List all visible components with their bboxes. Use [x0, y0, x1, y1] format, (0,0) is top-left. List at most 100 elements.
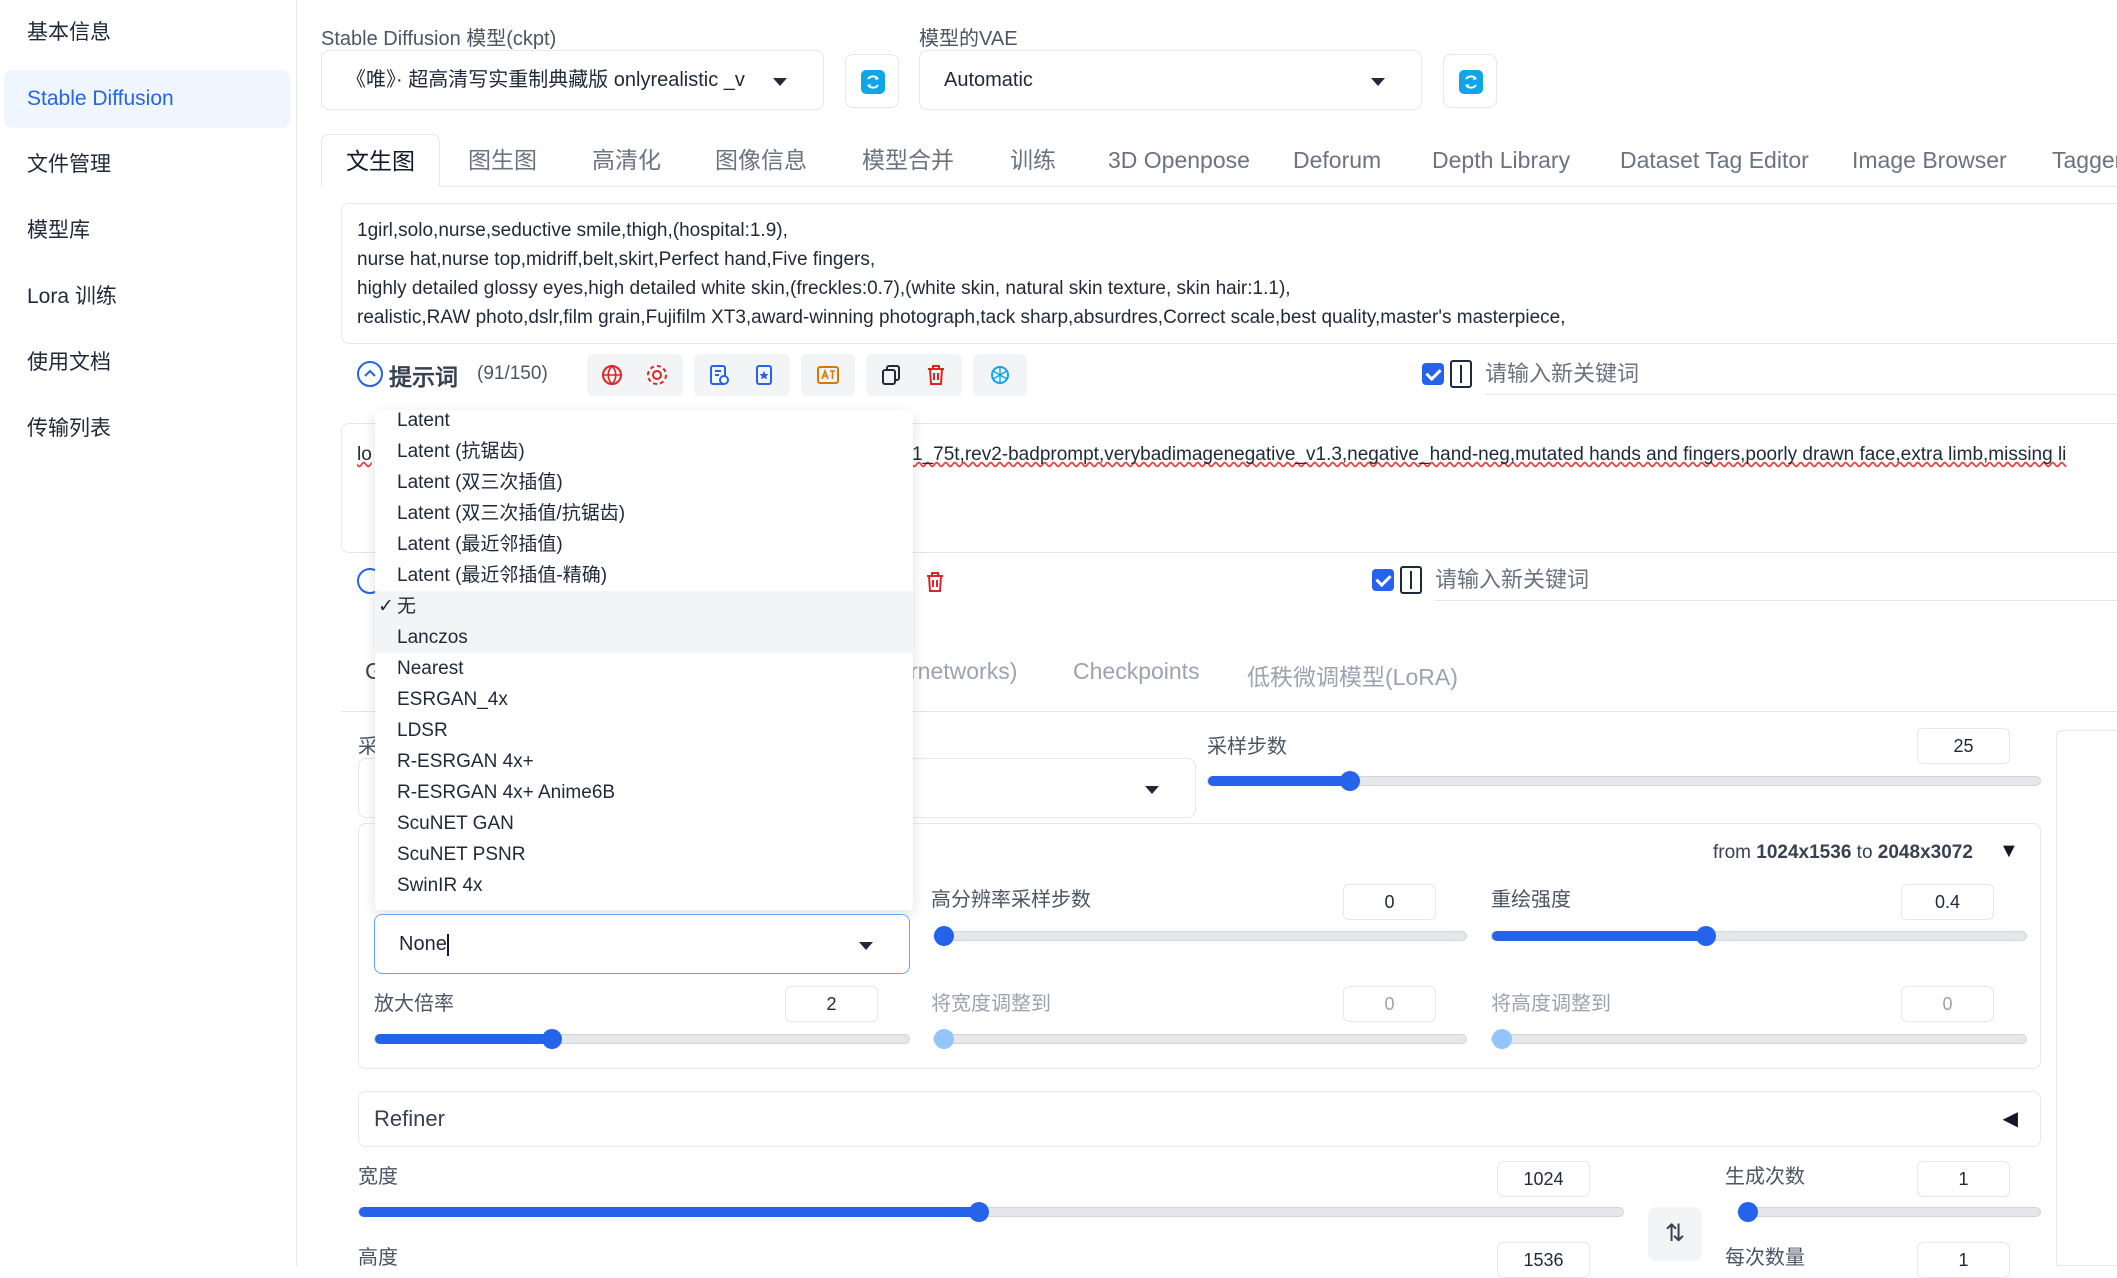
collapse-icon[interactable] — [357, 361, 383, 387]
sidebar-item-docs[interactable]: 使用文档 — [4, 334, 290, 392]
upscaler-option-label: SwinIR 4x — [397, 875, 483, 896]
translate-icon[interactable] — [816, 363, 840, 387]
tool-group-translate-text — [801, 354, 855, 396]
sampling-steps-input[interactable]: 25 — [1917, 728, 2010, 764]
batch-count-slider[interactable] — [1737, 1202, 2041, 1222]
upscaler-option[interactable]: R-ESRGAN 4x+ — [375, 746, 913, 777]
denoise-input[interactable]: 0.4 — [1901, 884, 1994, 920]
tab-depth-library[interactable]: Depth Library — [1432, 134, 1570, 186]
slider-handle[interactable] — [1738, 1202, 1758, 1222]
tab-3d-openpose[interactable]: 3D Openpose — [1108, 134, 1250, 186]
copy-icon[interactable] — [879, 363, 903, 387]
upscaler-dropdown-list: Latent Latent (抗锯齿) Latent (双三次插值) Latent (… — [375, 410, 913, 910]
upscaler-option[interactable]: LDSR — [375, 715, 913, 746]
tab-deforum[interactable]: Deforum — [1293, 134, 1381, 186]
negative-prompt-start: lo — [357, 444, 372, 465]
tab-checkpoints[interactable]: Checkpoints — [1073, 658, 1200, 685]
sidebar-item-stable-diffusion[interactable]: Stable Diffusion — [4, 70, 290, 128]
sidebar: 基本信息 Stable Diffusion 文件管理 模型库 Lora 训练 使… — [0, 0, 297, 1266]
history-icon[interactable] — [707, 363, 731, 387]
sidebar-item-transfer-list[interactable]: 传输列表 — [4, 400, 290, 458]
upscaler-option[interactable]: ScuNET PSNR — [375, 839, 913, 870]
batch-count-input[interactable]: 1 — [1917, 1161, 2010, 1197]
resize-width-input[interactable]: 0 — [1343, 986, 1436, 1022]
tab-tagger[interactable]: Tagger — [2052, 134, 2117, 186]
negative-keyword-input[interactable]: 请输入新关键词 — [1435, 560, 2117, 601]
width-input[interactable]: 1024 — [1497, 1161, 1590, 1197]
upscaler-option[interactable]: R-ESRGAN 4x+ Anime6B — [375, 777, 913, 808]
slider-handle[interactable] — [1492, 1029, 1512, 1049]
trash-icon[interactable] — [924, 363, 948, 387]
slider-handle[interactable] — [934, 1029, 954, 1049]
globe-icon[interactable] — [600, 363, 624, 387]
upscaler-option[interactable]: Nearest — [375, 653, 913, 684]
denoise-slider[interactable] — [1491, 926, 2027, 946]
upscaler-option-label: R-ESRGAN 4x+ — [397, 751, 534, 772]
bookmark-icon[interactable] — [752, 363, 776, 387]
width-slider[interactable] — [358, 1202, 1624, 1222]
upscaler-option[interactable]: ESRGAN_4x — [375, 684, 913, 715]
upscaler-option[interactable]: Latent (双三次插值) — [375, 467, 913, 498]
height-input[interactable]: 1536 — [1497, 1242, 1590, 1278]
upscaler-option[interactable]: ScuNET GAN — [375, 808, 913, 839]
slider-handle[interactable] — [969, 1202, 989, 1222]
trash-icon[interactable] — [923, 570, 947, 599]
vae-refresh-button[interactable] — [1443, 54, 1497, 108]
openai-icon[interactable] — [988, 363, 1012, 387]
tab-img2img[interactable]: 图生图 — [468, 134, 537, 186]
refiner-toggle-icon[interactable]: ◀ — [2003, 1106, 2018, 1131]
hires-summary-prefix: from — [1713, 842, 1757, 863]
keyword-input[interactable]: 请输入新关键词 — [1485, 354, 2117, 395]
upscaler-option[interactable]: Latent (最近邻插值-精确) — [375, 560, 913, 591]
sidebar-item-basic-info[interactable]: 基本信息 — [4, 4, 290, 62]
tab-txt2img[interactable]: 文生图 — [321, 134, 440, 187]
upscaler-option[interactable]: ✓ 无 — [375, 591, 913, 622]
resize-height-input[interactable]: 0 — [1901, 986, 1994, 1022]
gear-icon[interactable] — [645, 363, 669, 387]
swap-dimensions-button[interactable]: ⇅ — [1648, 1207, 1702, 1261]
tab-hypernetworks[interactable]: rnetworks) — [910, 658, 1017, 685]
tab-train[interactable]: 训练 — [1010, 134, 1056, 186]
upscaler-option[interactable]: Latent — [375, 410, 913, 436]
tab-dataset-tag-editor[interactable]: Dataset Tag Editor — [1620, 134, 1809, 186]
upscale-by-input[interactable]: 2 — [785, 986, 878, 1022]
ckpt-select[interactable]: 《唯》· 超高清写实重制典藏版 onlyrealistic _v — [321, 50, 824, 110]
resize-height-slider[interactable] — [1491, 1029, 2027, 1049]
hires-toggle-icon[interactable]: ▼ — [1999, 840, 2019, 863]
upscaler-option[interactable]: Latent (双三次插值/抗锯齿) — [375, 498, 913, 529]
slider-fill — [1492, 931, 1706, 941]
batch-size-input[interactable]: 1 — [1917, 1242, 2010, 1278]
chevron-down-icon — [1145, 786, 1159, 794]
tab-extras[interactable]: 高清化 — [592, 134, 661, 186]
upscaler-option[interactable]: Latent (抗锯齿) — [375, 436, 913, 467]
hires-steps-input[interactable]: 0 — [1343, 884, 1436, 920]
hires-steps-slider[interactable] — [933, 926, 1467, 946]
refiner-panel[interactable]: Refiner ◀ — [358, 1091, 2041, 1147]
upscale-by-slider[interactable] — [374, 1029, 910, 1049]
ckpt-refresh-button[interactable] — [845, 54, 899, 108]
upscaler-option[interactable]: SwinIR 4x — [375, 870, 913, 901]
slider-handle[interactable] — [542, 1029, 562, 1049]
sidebar-item-file-manager[interactable]: 文件管理 — [4, 136, 290, 194]
vae-select[interactable]: Automatic — [919, 50, 1422, 110]
keyword-checkbox[interactable] — [1422, 363, 1444, 385]
sidebar-item-lora-training[interactable]: Lora 训练 — [4, 268, 290, 326]
slider-handle[interactable] — [1340, 771, 1360, 791]
negative-keyword-checkbox[interactable] — [1372, 569, 1394, 591]
slider-handle[interactable] — [934, 926, 954, 946]
upscaler-option[interactable]: Lanczos — [375, 622, 913, 653]
resize-width-slider[interactable] — [933, 1029, 1467, 1049]
prompt-title: 提示词 — [389, 364, 458, 390]
upscaler-select[interactable]: None — [374, 914, 910, 974]
tab-image-browser[interactable]: Image Browser — [1852, 134, 2007, 186]
tab-merge[interactable]: 模型合并 — [862, 134, 954, 186]
tab-png-info[interactable]: 图像信息 — [715, 134, 807, 186]
upscaler-option[interactable]: Latent (最近邻插值) — [375, 529, 913, 560]
sidebar-item-model-library[interactable]: 模型库 — [4, 202, 290, 260]
refresh-icon — [1459, 70, 1483, 94]
negative-prompt-text: 1_75t,rev2-badprompt,verybadimagenegativ… — [912, 444, 2067, 465]
slider-handle[interactable] — [1696, 926, 1716, 946]
sampling-steps-slider[interactable] — [1207, 771, 2041, 791]
prompt-textarea[interactable]: 1girl,solo,nurse,seductive smile,thigh,(… — [341, 203, 2117, 344]
tab-lora[interactable]: 低秩微调模型(LoRA) — [1247, 658, 1458, 692]
